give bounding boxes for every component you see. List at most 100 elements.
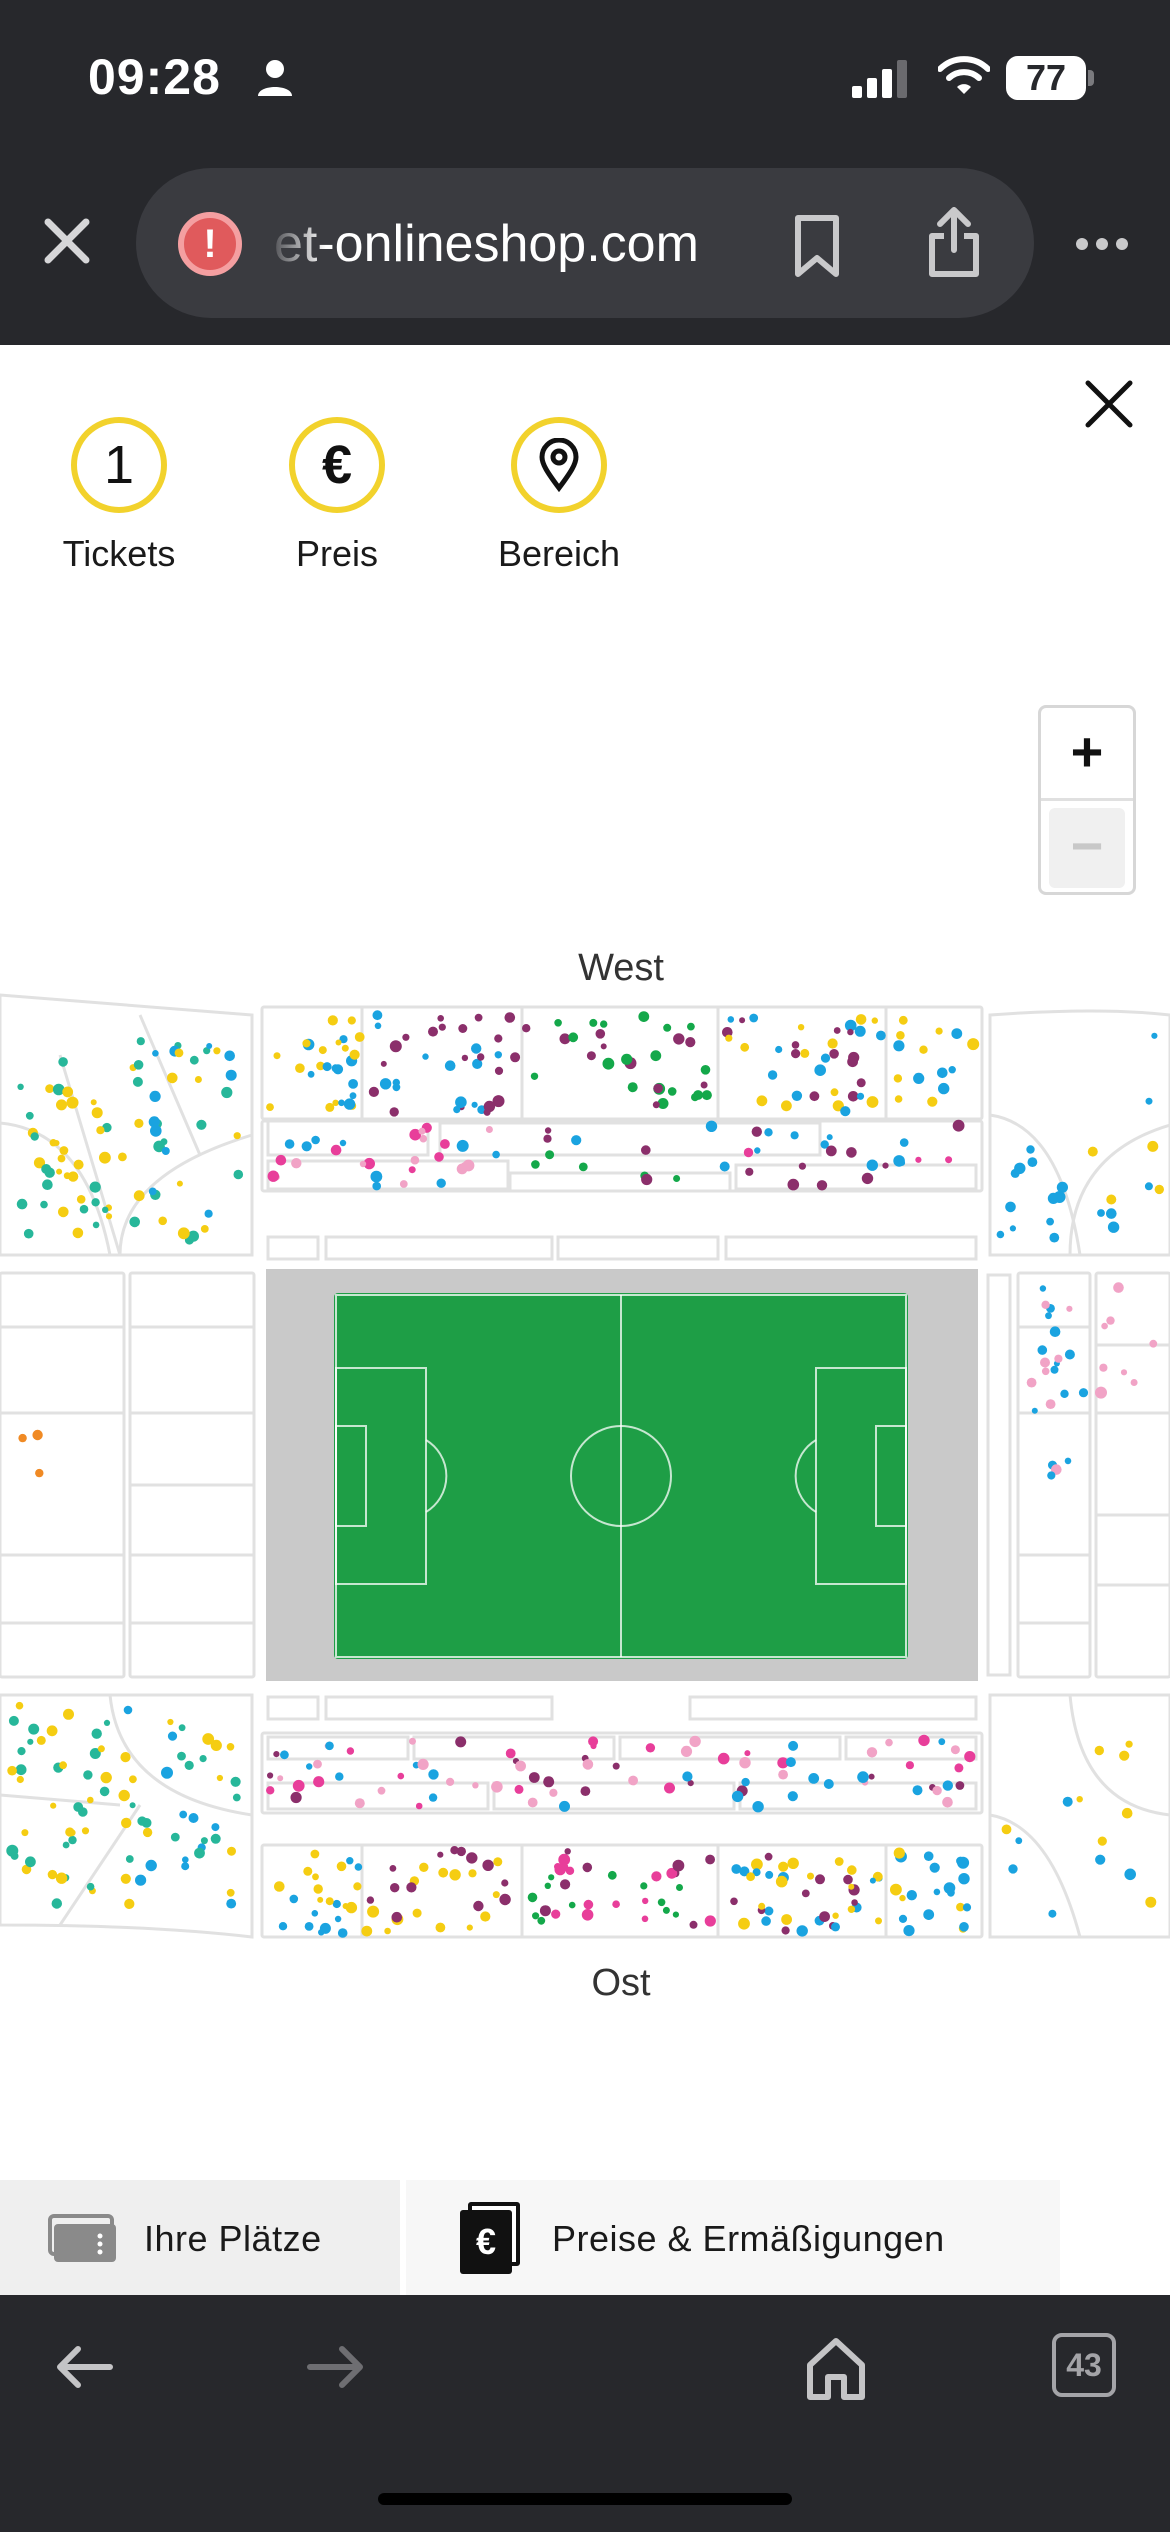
available-seat[interactable] [90, 1099, 97, 1106]
available-seat[interactable] [700, 1065, 711, 1075]
available-seat[interactable] [1009, 1225, 1017, 1232]
available-seat[interactable] [825, 1145, 837, 1157]
available-seat[interactable] [313, 1884, 323, 1894]
available-seat[interactable] [397, 1772, 405, 1780]
available-seat[interactable] [466, 1852, 478, 1864]
available-seat[interactable] [99, 1151, 111, 1164]
available-seat[interactable] [664, 1782, 675, 1794]
available-seat[interactable] [233, 1132, 241, 1140]
available-seat[interactable] [68, 1835, 77, 1845]
available-seat[interactable] [306, 1763, 313, 1770]
available-seat[interactable] [740, 1042, 750, 1052]
available-seat[interactable] [906, 1890, 917, 1901]
available-seat[interactable] [532, 1912, 540, 1920]
available-seat[interactable] [815, 1874, 825, 1885]
available-seat[interactable] [582, 1759, 594, 1770]
available-seat[interactable] [92, 1221, 100, 1229]
available-seat[interactable] [957, 1856, 970, 1869]
available-seat[interactable] [325, 1102, 335, 1112]
available-seat[interactable] [691, 1093, 699, 1102]
available-seat[interactable] [689, 1920, 698, 1929]
available-seat[interactable] [456, 1139, 469, 1152]
available-seat[interactable] [318, 1929, 325, 1936]
available-seat[interactable] [775, 1875, 788, 1888]
available-seat[interactable] [210, 1833, 221, 1844]
available-seat[interactable] [663, 1023, 672, 1032]
available-seat[interactable] [56, 1099, 67, 1111]
available-seat[interactable] [641, 1915, 649, 1923]
url-field[interactable]: ! et-onlineshop.com [136, 168, 1034, 318]
available-seat[interactable] [149, 1090, 161, 1102]
available-seat[interactable] [280, 1750, 289, 1760]
available-seat[interactable] [831, 1922, 840, 1932]
available-seat[interactable] [91, 1107, 103, 1119]
available-seat[interactable] [87, 1796, 94, 1804]
available-seat[interactable] [1097, 1209, 1105, 1217]
available-seat[interactable] [662, 1906, 670, 1914]
available-seat[interactable] [129, 1802, 136, 1809]
available-seat[interactable] [440, 1139, 450, 1149]
available-seat[interactable] [1095, 1854, 1106, 1865]
available-seat[interactable] [672, 1859, 685, 1872]
available-seat[interactable] [25, 1111, 34, 1120]
available-seat[interactable] [313, 1776, 325, 1788]
available-seat[interactable] [415, 1802, 423, 1810]
available-seat[interactable] [456, 1163, 468, 1175]
available-seat[interactable] [347, 1016, 356, 1025]
available-seat[interactable] [1041, 1367, 1050, 1376]
stand-nord[interactable] [0, 1271, 126, 1679]
available-seat[interactable] [894, 1095, 903, 1103]
available-seat[interactable] [291, 1158, 302, 1169]
available-seat[interactable] [899, 1138, 909, 1147]
available-seat[interactable] [312, 1873, 319, 1881]
available-seat[interactable] [473, 1900, 484, 1912]
available-seat[interactable] [687, 1022, 695, 1031]
available-seat[interactable] [67, 1171, 79, 1182]
available-seat[interactable] [342, 1903, 349, 1910]
available-seat[interactable] [134, 1118, 144, 1128]
location-pin-icon[interactable] [511, 417, 607, 513]
available-seat[interactable] [372, 1010, 383, 1021]
available-seat[interactable] [942, 1796, 953, 1808]
available-seat[interactable] [927, 1096, 938, 1107]
available-seat[interactable] [814, 1064, 826, 1076]
available-seat[interactable] [428, 1026, 438, 1037]
available-seat[interactable] [335, 1039, 342, 1046]
available-seat[interactable] [952, 1119, 965, 1132]
available-seat[interactable] [950, 1745, 960, 1755]
share-icon[interactable] [926, 206, 982, 278]
available-seat[interactable] [855, 1014, 867, 1025]
available-seat[interactable] [725, 1034, 733, 1042]
tickets-count-badge[interactable]: 1 [71, 417, 167, 513]
available-seat[interactable] [100, 1771, 112, 1784]
available-seat[interactable] [796, 1925, 808, 1937]
available-seat[interactable] [8, 1715, 19, 1726]
available-seat[interactable] [929, 1862, 940, 1873]
filter-price[interactable]: € Preis [252, 417, 422, 575]
available-seat[interactable] [548, 1874, 555, 1881]
available-seat[interactable] [871, 1017, 878, 1024]
available-seat[interactable] [705, 1120, 718, 1132]
available-seat[interactable] [419, 1862, 429, 1873]
available-seat[interactable] [79, 1204, 89, 1214]
available-seat[interactable] [1107, 1221, 1120, 1233]
available-seat[interactable] [1125, 1740, 1133, 1748]
available-seat[interactable] [673, 1175, 681, 1182]
available-seat[interactable] [935, 1027, 943, 1035]
available-seat[interactable] [958, 1873, 970, 1885]
available-seat[interactable] [226, 1898, 237, 1909]
available-seat[interactable] [705, 1854, 715, 1865]
available-seat[interactable] [896, 1031, 905, 1040]
stadium-map[interactable]: West Ost + − [0, 655, 1170, 2180]
available-seat[interactable] [642, 1897, 649, 1905]
available-seat[interactable] [515, 1760, 526, 1772]
available-seat[interactable] [781, 1100, 792, 1112]
available-seat[interactable] [438, 1867, 449, 1878]
available-seat[interactable] [505, 1748, 516, 1759]
available-seat[interactable] [303, 1866, 313, 1876]
available-seat[interactable] [471, 1043, 482, 1054]
available-seat[interactable] [311, 1910, 319, 1917]
available-seat[interactable] [21, 1829, 29, 1837]
available-seat[interactable] [36, 1735, 46, 1745]
more-icon[interactable] [1074, 236, 1130, 252]
